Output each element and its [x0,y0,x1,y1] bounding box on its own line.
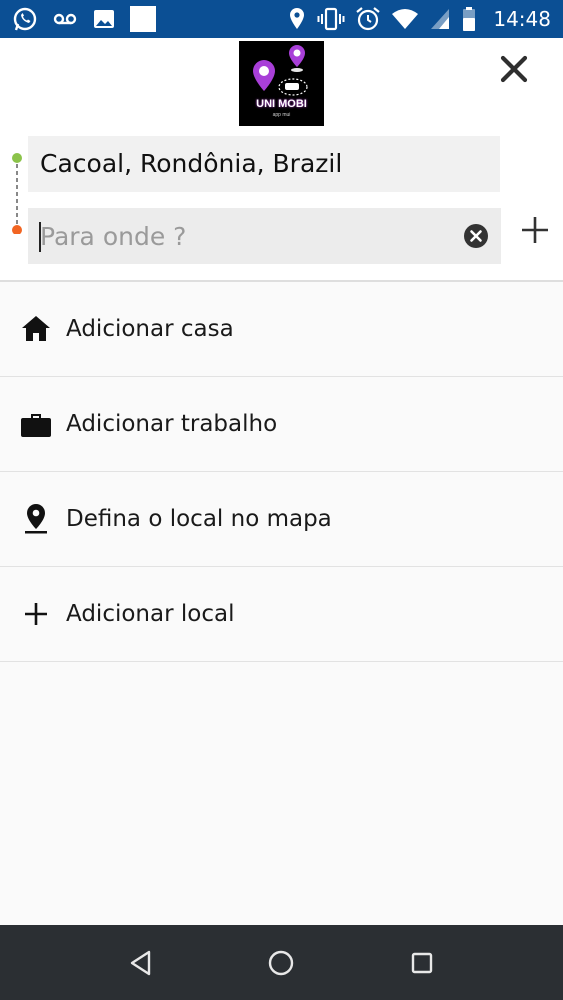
status-time: 14:48 [493,7,551,31]
nav-home-button[interactable] [265,947,297,979]
list-item-label: Defina o local no mapa [66,506,332,532]
image-icon [92,7,116,31]
clear-button[interactable] [464,224,488,248]
nav-recents-button[interactable] [406,947,438,979]
wifi-icon [391,7,419,31]
plus-icon [522,217,548,243]
origin-text: Cacoal, Rondônia, Brazil [40,149,343,178]
system-navigation-bar [0,925,563,1000]
app-logo: UNI MOBI app mui [239,41,324,126]
list-item-label: Adicionar trabalho [66,411,278,437]
search-header: UNI MOBI app mui Cacoal, Rondônia, Brazi… [0,38,563,280]
logo-subtext: app mui [272,112,291,118]
add-stop-button[interactable] [519,214,551,246]
briefcase-icon [20,408,52,440]
signal-icon [429,7,451,31]
list-item-label: Adicionar casa [66,316,234,342]
route-indicator [10,152,24,235]
map-pin-icon [20,503,52,535]
destination-input[interactable] [40,208,450,264]
status-bar: 14:48 [0,0,563,38]
battery-icon [461,6,477,32]
location-icon [287,6,307,32]
recents-icon [411,952,433,974]
list-item-set-on-map[interactable]: Defina o local no mapa [0,472,563,567]
logo-text: UNI MOBI [256,98,307,110]
voicemail-icon [52,6,78,32]
plus-icon [20,598,52,630]
close-icon [500,55,528,83]
origin-field[interactable]: Cacoal, Rondônia, Brazil [28,136,500,192]
clear-circle-icon [464,224,488,248]
list-item-add-work[interactable]: Adicionar trabalho [0,377,563,472]
list-item-add-place[interactable]: Adicionar local [0,567,563,662]
vibrate-icon [317,6,345,32]
back-icon [130,950,151,976]
blank-notification-icon [130,6,156,32]
whatsapp-icon [12,6,38,32]
alarm-icon [355,6,381,32]
shortcut-list: Adicionar casa Adicionar trabalho Defina… [0,282,563,662]
destination-dot [12,225,22,235]
list-item-add-home[interactable]: Adicionar casa [0,282,563,377]
destination-field[interactable] [28,208,501,264]
nav-back-button[interactable] [125,947,157,979]
close-button[interactable] [497,52,531,86]
origin-dot [12,153,22,163]
home-circle-icon [268,950,294,976]
home-icon [20,313,52,345]
list-item-label: Adicionar local [66,601,235,627]
